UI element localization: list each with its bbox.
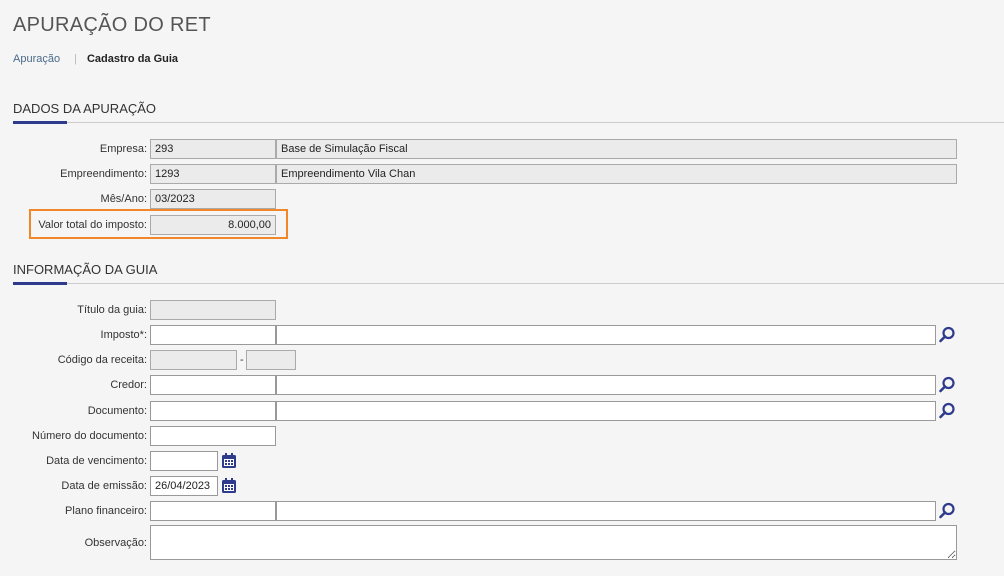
valor-total-field[interactable] — [150, 215, 276, 235]
empresa-name-field[interactable] — [276, 139, 957, 159]
observacao-label: Observação: — [84, 537, 147, 549]
empreendimento-name-field[interactable] — [276, 164, 957, 184]
codigo-receita-field-2[interactable] — [246, 350, 296, 370]
search-icon[interactable] — [937, 325, 957, 345]
codigo-receita-field-1[interactable] — [150, 350, 237, 370]
breadcrumb-separator: | — [74, 53, 77, 65]
mes-ano-field[interactable] — [150, 189, 276, 209]
documento-code-field[interactable] — [150, 401, 276, 421]
search-icon[interactable] — [937, 401, 957, 421]
imposto-name-field[interactable] — [276, 325, 936, 345]
data-emissao-label: Data de emissão: — [61, 480, 147, 492]
section-title-dados: DADOS DA APURAÇÃO — [13, 101, 157, 116]
search-icon[interactable] — [937, 375, 957, 395]
empresa-label: Empresa: — [99, 143, 147, 155]
imposto-label: Imposto*: — [100, 329, 147, 341]
plano-financeiro-label: Plano financeiro: — [65, 505, 147, 517]
breadcrumb: Apuração | Cadastro da Guia — [13, 53, 178, 65]
numero-documento-label: Número do documento: — [32, 430, 147, 442]
numero-documento-field[interactable] — [150, 426, 276, 446]
section-divider — [13, 283, 1004, 284]
data-emissao-field[interactable] — [150, 476, 218, 496]
section-title-guia: INFORMAÇÃO DA GUIA — [13, 262, 158, 277]
calendar-icon[interactable] — [219, 476, 239, 496]
section-divider — [13, 122, 1004, 123]
page-title: APURAÇÃO DO RET — [13, 14, 211, 36]
codigo-receita-label: Código da receita: — [57, 354, 147, 366]
credor-code-field[interactable] — [150, 375, 276, 395]
section-accent — [13, 121, 67, 124]
documento-label: Documento: — [87, 405, 147, 417]
plano-financeiro-code-field[interactable] — [150, 501, 276, 521]
credor-label: Credor: — [110, 379, 147, 391]
breadcrumb-link-apuracao[interactable]: Apuração — [13, 53, 60, 65]
titulo-guia-label: Título da guia: — [77, 304, 147, 316]
empresa-code-field[interactable] — [150, 139, 276, 159]
imposto-code-field[interactable] — [150, 325, 276, 345]
empreendimento-code-field[interactable] — [150, 164, 276, 184]
section-accent — [13, 282, 67, 285]
credor-name-field[interactable] — [276, 375, 936, 395]
data-vencimento-label: Data de vencimento: — [46, 455, 147, 467]
search-icon[interactable] — [937, 501, 957, 521]
observacao-textarea[interactable] — [150, 525, 957, 560]
mes-ano-label: Mês/Ano: — [100, 193, 147, 205]
plano-financeiro-name-field[interactable] — [276, 501, 936, 521]
codigo-receita-separator: - — [240, 354, 244, 366]
valor-total-label: Valor total do imposto: — [38, 219, 147, 231]
data-vencimento-field[interactable] — [150, 451, 218, 471]
titulo-guia-field[interactable] — [150, 300, 276, 320]
breadcrumb-current: Cadastro da Guia — [86, 53, 179, 65]
empreendimento-label: Empreendimento: — [60, 168, 147, 180]
documento-name-field[interactable] — [276, 401, 936, 421]
calendar-icon[interactable] — [219, 451, 239, 471]
